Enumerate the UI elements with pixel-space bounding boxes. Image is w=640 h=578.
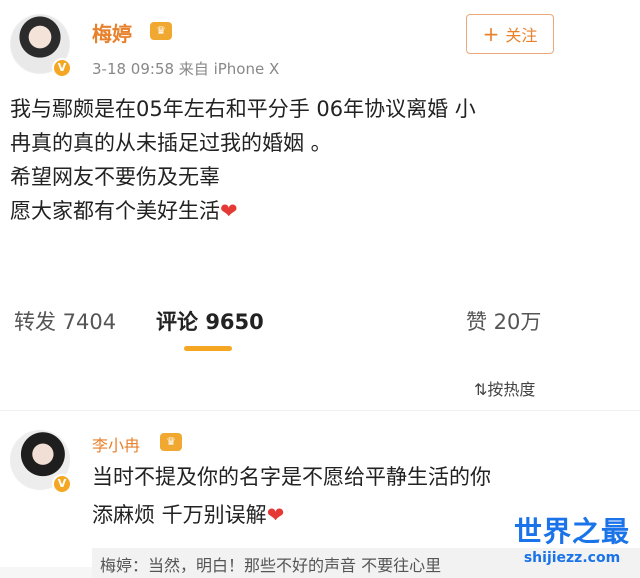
post-line: 冉真的真的从未插足过我的婚姻 。: [10, 131, 332, 155]
commenter-name[interactable]: 李小冉: [92, 432, 140, 456]
watermark-url: shijiezz.com: [523, 550, 621, 566]
comment-tab-label: 评论: [156, 310, 198, 334]
divider: [0, 410, 640, 411]
vip-crown-icon: ♛: [150, 22, 172, 40]
author-name[interactable]: 梅婷: [92, 18, 132, 47]
follow-label: 关注: [505, 26, 538, 45]
post-meta: 3-18 09:58 来自 iPhone X: [92, 60, 280, 78]
heart-icon: ❤: [266, 503, 285, 527]
post-line: 希望网友不要伤及无辜: [10, 165, 220, 189]
tab-comments[interactable]: 评论 9650: [156, 306, 264, 336]
heart-icon: ❤: [220, 199, 238, 223]
reply-preview-text: 梅婷：当然，明白！那些不好的声音 不要往心里: [100, 556, 442, 575]
comment-count: 9650: [205, 310, 264, 334]
vip-crown-icon: ♛: [160, 433, 182, 451]
sort-icon: ⇅: [474, 380, 488, 399]
plus-icon: +: [482, 22, 500, 46]
post-line: 我与鄢颇是在05年左右和平分手 06年协议离婚 小: [10, 97, 476, 121]
tab-repost[interactable]: 转发 7404: [14, 306, 116, 336]
comment-line: 当时不提及你的名字是不愿给平静生活的你: [92, 465, 491, 489]
active-tab-indicator: [184, 346, 232, 351]
tab-likes[interactable]: 赞 20万: [466, 306, 541, 336]
verified-badge-icon: V: [52, 58, 72, 78]
weibo-post-card: V 梅婷 ♛ 3-18 09:58 来自 iPhone X + 关注 我与鄢颇是在…: [0, 0, 640, 578]
watermark-logo: 世界之最 shijiezz.com: [514, 510, 630, 566]
watermark-main: 世界之最: [514, 515, 631, 548]
comment-body: 当时不提及你的名字是不愿给平静生活的你 添麻烦 千万别误解❤: [92, 458, 491, 534]
comment-line: 添麻烦 千万别误解: [92, 503, 267, 527]
sort-label: 按热度: [487, 380, 536, 399]
sort-by-hot-button[interactable]: ⇅按热度: [474, 376, 535, 400]
follow-button[interactable]: + 关注: [466, 14, 554, 54]
post-line: 愿大家都有个美好生活: [10, 199, 220, 223]
verified-badge-icon: V: [52, 474, 72, 494]
post-body: 我与鄢颇是在05年左右和平分手 06年协议离婚 小 冉真的真的从未插足过我的婚姻…: [10, 92, 620, 228]
